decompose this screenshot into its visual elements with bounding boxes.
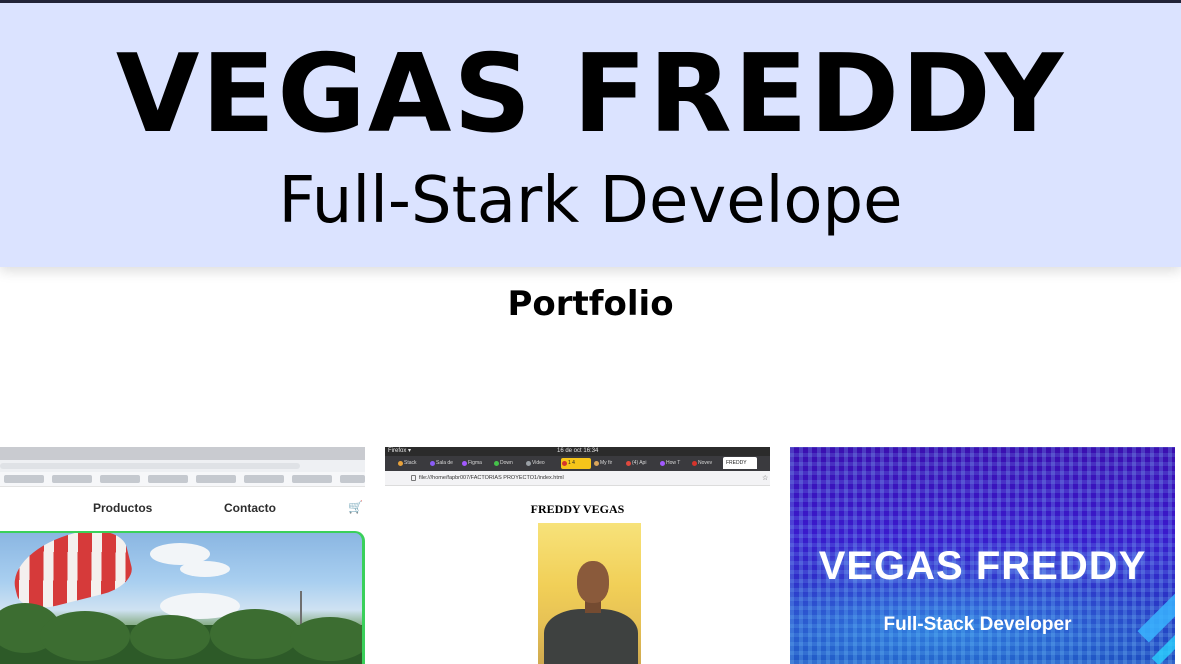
profile-photo [538,523,641,664]
browser-tab-active: FREDDY [723,457,757,469]
portfolio-card-shop-website[interactable]: Productos Contacto 🛒 [0,447,365,664]
system-clock: 16 de oct 16:34 [557,448,599,454]
browser-tab: Sala de [436,460,453,466]
browser-tab: Stack [404,460,417,466]
browser-address-bar: file:///home/fapbr007/FACTORIAS PROYECTO… [385,471,770,486]
star-icon: ☆ [762,474,769,482]
file-icon [411,475,416,481]
browser-tab: Novev [698,460,713,466]
cart-icon: 🛒 [348,500,363,514]
app-menu: Firefox ▾ [388,448,412,454]
browser-tab: Video [532,460,545,466]
paraglider-wing [5,533,137,615]
address-text: file:///home/fapbr007/FACTORIAS PROYECTO… [419,475,564,481]
browser-tab: My fir [600,460,613,466]
nav-link-productos: Productos [93,501,153,515]
browser-tab: (4) Api [632,460,647,466]
nav-link-contacto: Contacto [224,501,276,515]
portfolio-heading: Portfolio [507,284,674,324]
paraglider-photo [0,531,365,664]
browser-tabs: Stack Sala de Figma Down Video 1 4 My fi… [385,456,770,471]
banner-title: VEGAS FREDDY [818,544,1147,588]
browser-bookmarks-bar [0,472,365,487]
system-top-bar: Firefox ▾ 16 de oct 16:34 [385,447,770,456]
browser-tab: Down [500,460,513,466]
browser-tab-bar [0,447,365,460]
hero-subtitle: Full-Stark Develope [278,164,903,238]
page-heading: FREDDY VEGAS [530,502,625,516]
browser-tab: How T [666,460,681,466]
portfolio-card-personal-page[interactable]: Firefox ▾ 16 de oct 16:34 Stack Sala de … [385,447,770,664]
browser-address-bar [0,460,365,472]
browser-tab: 1 4 [568,460,575,466]
hero-banner: VEGAS FREDDY Full-Stark Develope [0,3,1181,267]
portfolio-card-developer-banner[interactable]: VEGAS FREDDY Full-Stack Developer [790,447,1175,664]
banner-subtitle: Full-Stack Developer [883,614,1072,635]
browser-tab: Figma [468,460,482,466]
hero-title: VEGAS FREDDY [115,32,1066,157]
